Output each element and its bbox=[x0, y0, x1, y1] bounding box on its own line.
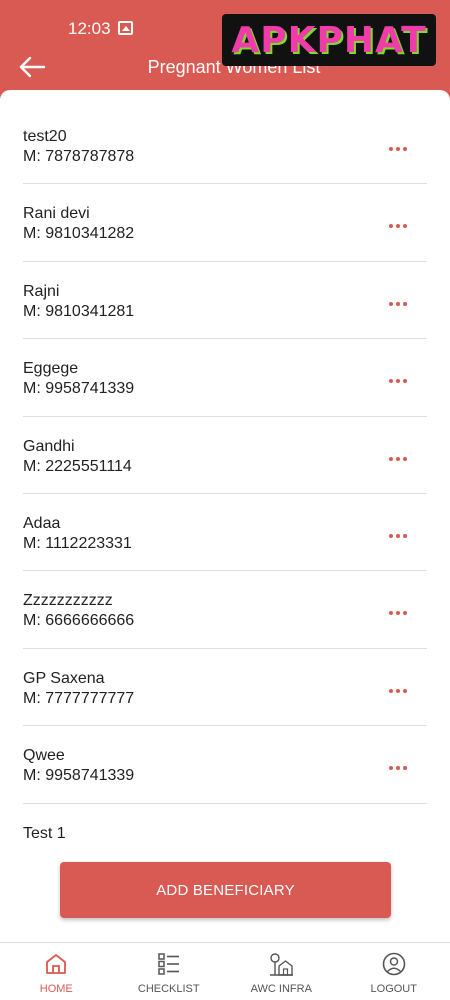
watermark-text: APKPHAT bbox=[231, 19, 427, 61]
beneficiary-name: Adaa bbox=[23, 514, 61, 532]
list-item[interactable]: Gandhi M: 2225551114 bbox=[23, 417, 427, 494]
beneficiary-name: Rani devi bbox=[23, 205, 90, 223]
nav-item-checklist[interactable]: CHECKLIST bbox=[113, 943, 226, 1000]
image-notification-icon bbox=[118, 21, 133, 35]
content-sheet: test20 M: 7878787878 Rani devi M: 981034… bbox=[0, 90, 450, 942]
beneficiary-list: test20 M: 7878787878 Rani devi M: 981034… bbox=[23, 107, 427, 881]
list-item[interactable]: GP Saxena M: 7777777777 bbox=[23, 649, 427, 727]
list-item[interactable]: Adaa M: 1112223331 bbox=[23, 494, 427, 572]
more-options-icon[interactable] bbox=[385, 298, 411, 310]
beneficiary-mobile: M: 7777777777 bbox=[23, 689, 135, 707]
list-item[interactable]: Qwee M: 9958741339 bbox=[23, 726, 427, 804]
beneficiary-name: Rajni bbox=[23, 282, 60, 300]
beneficiary-mobile: M: 1112223331 bbox=[23, 534, 132, 552]
beneficiary-name: Zzzzzzzzzzz bbox=[23, 592, 113, 610]
beneficiary-mobile: M: 9810341282 bbox=[23, 225, 135, 243]
add-beneficiary-button[interactable]: ADD BENEFICIARY bbox=[60, 862, 391, 918]
more-options-icon[interactable] bbox=[385, 375, 411, 387]
list-item[interactable]: Rajni M: 9810341281 bbox=[23, 262, 427, 340]
beneficiary-mobile: M: 6666666666 bbox=[23, 612, 135, 630]
list-item[interactable]: test20 M: 7878787878 bbox=[23, 107, 427, 185]
logout-icon bbox=[382, 952, 406, 976]
beneficiary-name: Qwee bbox=[23, 747, 65, 765]
nav-label-awc-infra: AWC INFRA bbox=[250, 983, 312, 995]
list-item[interactable]: Eggege M: 9958741339 bbox=[23, 339, 427, 417]
more-options-icon[interactable] bbox=[385, 453, 411, 465]
beneficiary-name: GP Saxena bbox=[23, 669, 105, 687]
nav-label-checklist: CHECKLIST bbox=[137, 983, 200, 995]
more-options-icon[interactable] bbox=[385, 685, 411, 697]
list-item[interactable]: Rani devi M: 9810341282 bbox=[23, 184, 427, 262]
watermark-logo: APKPHAT bbox=[222, 14, 436, 66]
app-bar: 12:03 Pregnant Women List APKPHAT bbox=[0, 0, 450, 100]
more-options-icon[interactable] bbox=[385, 143, 411, 155]
status-time: 12:03 bbox=[68, 19, 111, 38]
beneficiary-name: Eggege bbox=[23, 360, 79, 378]
list-item[interactable]: Zzzzzzzzzzz M: 6666666666 bbox=[23, 571, 427, 649]
bottom-nav: HOME CHECKLIST AWC INFRA LOGOUT bbox=[0, 942, 450, 1000]
nav-label-home: HOME bbox=[39, 983, 73, 995]
beneficiary-name: test20 bbox=[23, 128, 67, 145]
checklist-icon bbox=[158, 953, 179, 975]
beneficiary-mobile: M: 9810341281 bbox=[23, 302, 135, 320]
nav-item-home[interactable]: HOME bbox=[0, 943, 113, 1000]
nav-label-logout: LOGOUT bbox=[370, 983, 417, 995]
more-options-icon[interactable] bbox=[385, 220, 411, 232]
nav-item-awc-infra[interactable]: AWC INFRA bbox=[225, 943, 338, 1000]
more-options-icon[interactable] bbox=[385, 530, 411, 542]
more-options-icon[interactable] bbox=[385, 762, 411, 774]
beneficiary-mobile: M: 9958741339 bbox=[23, 380, 135, 398]
nav-item-logout[interactable]: LOGOUT bbox=[338, 943, 450, 1000]
beneficiary-mobile: M: 9958741339 bbox=[23, 767, 135, 785]
beneficiary-name: Test 1 bbox=[23, 824, 66, 842]
beneficiary-name: Gandhi bbox=[23, 437, 75, 455]
home-icon bbox=[46, 954, 67, 974]
beneficiary-mobile: M: 2225551114 bbox=[23, 457, 132, 475]
more-options-icon[interactable] bbox=[385, 607, 411, 619]
beneficiary-mobile: M: 7878787878 bbox=[23, 148, 135, 165]
awc-infra-icon bbox=[270, 953, 294, 976]
